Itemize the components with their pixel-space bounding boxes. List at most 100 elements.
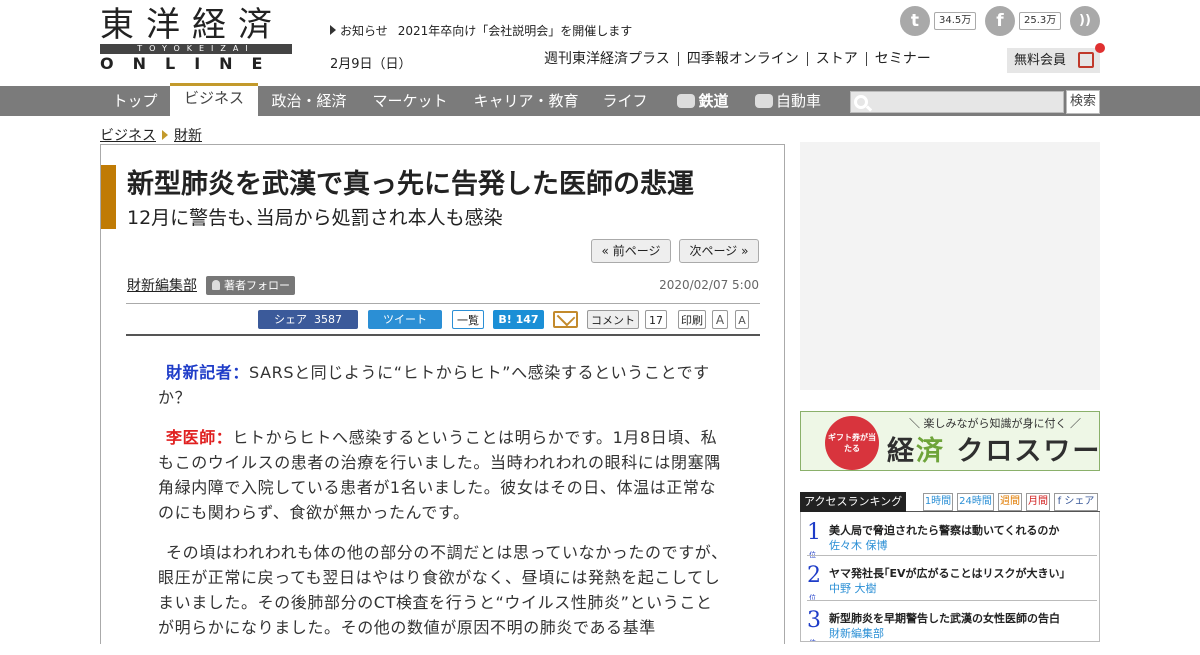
ranking-tab-share-label: シェア [1064,496,1095,507]
next-page-button[interactable]: 次ページ » [679,239,759,263]
rank-number: 2位 [806,563,822,603]
ranking-tab-share[interactable]: f シェア [1054,493,1098,511]
author-link[interactable]: 財新編集部 [127,275,197,295]
nav-auto-label: 自動車 [775,92,821,110]
notice[interactable]: お知らせ 2021年卒向け「会社説明会」を開催します [330,22,632,39]
ranking-tab-month[interactable]: 月間 [1026,493,1050,511]
article-subtitle: 12月に警告も､当局から処罰され本人も感染 [127,207,503,229]
rank-headline[interactable]: 美人局で脅迫されたら警察は動いてくれるのか [829,522,1059,538]
facebook-count: 25.3万 [1019,12,1062,30]
ranking-tab-week[interactable]: 週間 [998,493,1022,511]
speaker-doctor: 李医師： [166,428,233,447]
rank-unit: 位 [809,632,816,641]
link-seminar[interactable]: セミナー [865,52,939,66]
facebook-share-count: 3587 [314,313,342,326]
paragraph-text: その頃はわれわれも体の他の部分の不調だとは思っていなかったのですが、眼圧が正常に… [158,543,728,637]
hatena-count: 147 [515,313,539,326]
banner-title-part: クロスワード [956,436,1100,467]
logo-roman: TOYOKEIZAI [100,44,292,54]
nav-career[interactable]: キャリア・教育 [460,86,592,116]
rank-author[interactable]: 佐々木 保博 [829,537,888,553]
tweet-list-button[interactable]: 一覧 [452,310,484,329]
search-input[interactable] [850,91,1064,113]
breadcrumb-caixin[interactable]: 財新 [174,128,202,144]
ranking-item[interactable]: 2位 ヤマ発社長｢EVが広がることはリスクが大きい｣ 中野 大樹 [801,555,1099,603]
hatena-bookmark-button[interactable]: B! 147 [493,310,544,329]
notice-arrow-icon [330,25,336,35]
comment-count: 17 [645,310,667,329]
ranking-item[interactable]: 3位 新型肺炎を早期警告した武漢の女性医師の告白 財新編集部 [801,600,1099,642]
rank-value: 1 [807,520,821,545]
article-body: 財新記者：SARSと同じように“ヒトからヒト”へ感染するということですか？ 李医… [158,360,728,655]
paragraph: その頃はわれわれも体の他の部分の不調だとは思っていなかったのですが、眼圧が正常に… [158,540,728,640]
facebook-share-label: シェア [274,313,307,326]
nav-life[interactable]: ライフ [592,86,658,116]
ranking-tab-24h[interactable]: 24時間 [957,493,994,511]
breadcrumb-business[interactable]: ビジネス [100,128,156,144]
comment-button[interactable]: コメント [587,310,639,329]
notification-dot [1095,43,1105,53]
car-icon [754,94,773,108]
mail-icon[interactable] [553,311,578,328]
prev-page-button[interactable]: « 前ページ [591,239,671,263]
nav-auto[interactable]: 自動車 [748,86,828,116]
logo-online: ONLINE [100,54,282,73]
top-links: 週刊東洋経済プラス 四季報オンライン ストア セミナー [544,51,939,67]
paragraph: 李医師：ヒトからヒトへ感染するということは明らかです。1月8日頃、私もこのウイル… [158,425,728,525]
rank-headline[interactable]: ヤマ発社長｢EVが広がることはリスクが大きい｣ [829,565,1065,581]
link-shikiho[interactable]: 四季報オンライン [677,52,807,66]
notice-label: お知らせ [340,24,388,38]
banner-title-part: 済 [916,436,945,467]
twitter-count: 34.5万 [934,12,977,30]
nav-market[interactable]: マーケット [360,86,460,116]
font-small-button[interactable]: A [735,310,749,329]
print-button[interactable]: 印刷 [678,310,706,329]
crossword-banner[interactable]: ギフト券が当たる ＼ 楽しみながら知識が身に付く ／ 経済 クロスワード [800,411,1100,471]
breadcrumb-arrow-icon [162,130,168,140]
ranking-header: アクセスランキング 1時間 24時間 週間 月間 f シェア [800,492,1100,512]
facebook-share-button[interactable]: シェア 3587 [258,310,358,329]
site-logo[interactable]: 東洋経済 TOYOKEIZAI ONLINE [100,5,292,73]
rank-author[interactable]: 財新編集部 [829,625,884,641]
member-label: 無料会員 [1014,53,1067,68]
free-member-button[interactable]: 無料会員 [1007,43,1105,73]
title-accent [101,165,116,229]
tweet-button[interactable]: ツイート [368,310,442,329]
rank-headline[interactable]: 新型肺炎を早期警告した武漢の女性医師の告白 [829,610,1060,626]
divider [126,334,760,336]
ranking-item[interactable]: 1位 美人局で脅迫されたら警察は動いてくれるのか 佐々木 保博 [801,512,1099,560]
breadcrumb: ビジネス 財新 [100,125,202,145]
paragraph-text: ヒトからヒトへ感染するということは明らかです。1月8日頃、私もこのウイルスの患者… [158,428,721,522]
ranking-tab-1h[interactable]: 1時間 [923,493,953,511]
rank-number: 1位 [806,520,822,560]
link-weekly-plus[interactable]: 週刊東洋経済プラス [544,52,678,66]
current-date: 2月9日（日） [330,57,412,72]
nav-railway-label: 鉄道 [698,92,729,110]
search-icon [854,95,868,109]
nav-business[interactable]: ビジネス [170,83,258,116]
logo-kanji: 東洋経済 [100,5,284,45]
ad-slot[interactable] [800,142,1100,390]
search-button[interactable]: 検索 [1066,90,1100,114]
facebook-icon[interactable]: f [985,6,1015,36]
publish-date: 2020/02/07 5:00 [659,278,759,292]
banner-title-part: 経 [887,436,916,467]
nav-top[interactable]: トップ [100,86,170,116]
rank-value: 2 [807,563,821,588]
rss-icon[interactable]: )) [1070,6,1100,36]
notice-text[interactable]: 2021年卒向け「会社説明会」を開催します [398,24,633,38]
author-follow-button[interactable]: 著者フォロー [206,276,295,295]
nav-railway[interactable]: 鉄道 [668,86,738,116]
rank-value: 3 [807,608,821,633]
article-title: 新型肺炎を武漢で真っ先に告発した医師の悲運 [127,169,694,200]
gift-badge: ギフト券が当たる [825,416,879,470]
paragraph: 財新記者：SARSと同じように“ヒトからヒト”へ感染するということですか？ [158,360,728,410]
link-store[interactable]: ストア [806,52,866,66]
twitter-icon[interactable]: t [900,6,930,36]
nav-politics[interactable]: 政治・経済 [258,86,360,116]
train-icon [677,94,696,108]
ranking-title: アクセスランキング [800,492,906,512]
font-large-button[interactable]: A [712,310,728,329]
rank-author[interactable]: 中野 大樹 [829,580,877,596]
site-header: 東洋経済 TOYOKEIZAI ONLINE お知らせ 2021年卒向け「会社説明… [0,0,1200,86]
